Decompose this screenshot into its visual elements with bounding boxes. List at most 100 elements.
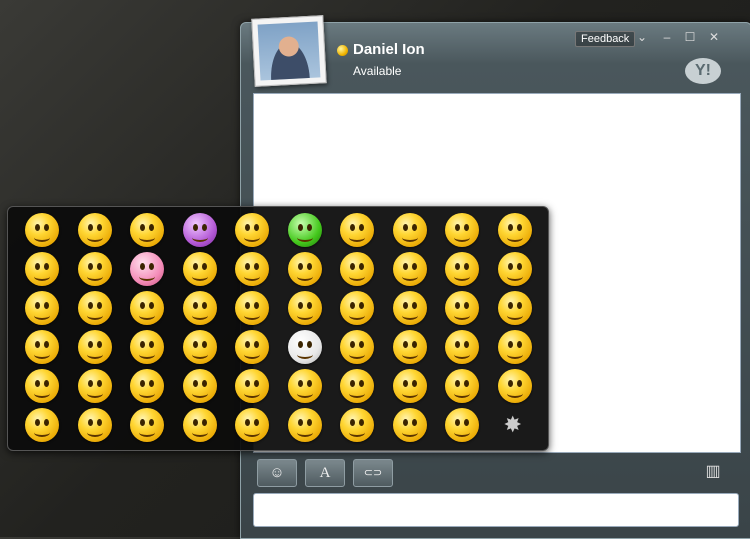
- emoticon-sad[interactable]: [22, 251, 62, 287]
- emoticon-money[interactable]: [180, 407, 220, 443]
- mouth: [86, 428, 103, 437]
- mouth: [454, 350, 470, 359]
- emoticon-drooling[interactable]: [337, 251, 377, 287]
- emoticon-thumbs-up-one[interactable]: [442, 329, 482, 365]
- emoticon-phone[interactable]: [442, 251, 482, 287]
- emoticon-star[interactable]: ✸: [495, 407, 535, 443]
- emoticon-talk-to-hand[interactable]: [232, 290, 272, 326]
- emoticon-party[interactable]: [285, 407, 325, 443]
- thumbs-up-one-icon: [445, 330, 479, 364]
- emoticon-rolling-eyes[interactable]: [390, 212, 430, 248]
- mouth: [34, 233, 50, 242]
- cool-icon: [130, 330, 164, 364]
- emoticon-rolling-on-floor[interactable]: [22, 368, 62, 404]
- emoticon-cowboy[interactable]: [390, 407, 430, 443]
- talk-to-hand-icon: [235, 291, 269, 325]
- contact-avatar[interactable]: [251, 15, 327, 87]
- blushing-icon: [77, 291, 112, 325]
- emoticon-alien[interactable]: [285, 212, 325, 248]
- mouth: [296, 428, 313, 437]
- praying-icon: [287, 291, 322, 325]
- rolling-eyes-icon: [392, 213, 427, 247]
- emoticon-broken-heart[interactable]: [75, 407, 115, 443]
- emoticon-tongue[interactable]: [75, 251, 115, 287]
- emoticon-worried[interactable]: [127, 368, 167, 404]
- emoticon-waving[interactable]: [495, 212, 535, 248]
- mouth: [244, 389, 260, 398]
- attach-button[interactable]: ⊂⊃: [353, 459, 393, 487]
- emoticon-pink-angry[interactable]: [127, 251, 167, 287]
- emoticon-love-struck[interactable]: [285, 368, 325, 404]
- emoticon-on-the-phone[interactable]: [337, 368, 377, 404]
- emoticon-dont-know[interactable]: [442, 290, 482, 326]
- font-button[interactable]: A: [305, 459, 345, 487]
- emoticon-clown[interactable]: [285, 329, 325, 365]
- emoticon-chef[interactable]: [127, 407, 167, 443]
- emoticon-smirk[interactable]: [180, 368, 220, 404]
- emoticon-loud-laugh[interactable]: [337, 212, 377, 248]
- emoticon-sleepy[interactable]: [232, 329, 272, 365]
- emoticon-nerd[interactable]: [232, 251, 272, 287]
- time-out-icon: [445, 369, 479, 403]
- hypnotized-icon: [392, 330, 427, 364]
- emoticon-button[interactable]: ☺: [257, 459, 297, 487]
- menu-dropdown-icon[interactable]: ⌄: [634, 30, 650, 44]
- emoticon-whistling[interactable]: [495, 251, 535, 287]
- happy-icon: [25, 213, 59, 247]
- emoticon-thumbs-down[interactable]: [495, 329, 535, 365]
- emoticon-cool[interactable]: [127, 329, 167, 365]
- message-input[interactable]: [253, 493, 739, 527]
- contact-name[interactable]: Daniel Ion: [353, 41, 425, 58]
- emoticon-skeptical[interactable]: [127, 290, 167, 326]
- emoticon-time-out[interactable]: [442, 368, 482, 404]
- emoticon-straight-face[interactable]: [180, 329, 220, 365]
- emoticon-surprised[interactable]: [127, 212, 167, 248]
- mouth: [86, 272, 103, 281]
- party-icon: [287, 408, 322, 442]
- emoticon-kiss[interactable]: [390, 368, 430, 404]
- emoticon-yelling[interactable]: [495, 290, 535, 326]
- emoticon-confused[interactable]: [75, 212, 115, 248]
- mouth: [244, 272, 260, 281]
- mouth: [191, 428, 208, 437]
- emoticon-praying[interactable]: [285, 290, 325, 326]
- tongue-icon: [77, 252, 112, 286]
- emoticon-eyes-rolling[interactable]: [232, 368, 272, 404]
- clown-icon: [287, 330, 322, 364]
- emoticon-hugs[interactable]: [442, 407, 482, 443]
- emoticon-shh[interactable]: [232, 407, 272, 443]
- waving-icon: [497, 213, 532, 247]
- maximize-icon[interactable]: ☐: [682, 30, 698, 44]
- emoticon-thinking[interactable]: [285, 251, 325, 287]
- smiling-icon: [77, 369, 112, 403]
- resize-grip-icon[interactable]: ▥: [705, 461, 721, 481]
- love-struck-icon: [287, 369, 322, 403]
- emoticon-not-listening[interactable]: [390, 290, 430, 326]
- emoticon-smiling[interactable]: [75, 368, 115, 404]
- emoticon-nail-biting[interactable]: [442, 212, 482, 248]
- emoticon-hurry[interactable]: [337, 407, 377, 443]
- emoticon-devil[interactable]: [180, 212, 220, 248]
- emoticon-thumbs-up-both[interactable]: [495, 368, 535, 404]
- sleepy-icon: [235, 330, 269, 364]
- feedback-button[interactable]: Feedback: [575, 31, 636, 47]
- emoticon-smug[interactable]: [75, 329, 115, 365]
- minimize-icon[interactable]: –: [659, 30, 675, 44]
- emoticon-hypnotized[interactable]: [390, 329, 430, 365]
- emoticon-peace-sign[interactable]: [337, 329, 377, 365]
- not-listening-icon: [392, 291, 427, 325]
- emoticon-happy[interactable]: [22, 212, 62, 248]
- emoticon-crying[interactable]: [180, 251, 220, 287]
- mouth: [244, 233, 260, 242]
- emoticon-liar[interactable]: [390, 251, 430, 287]
- close-icon[interactable]: ✕: [706, 30, 722, 44]
- emoticon-angel[interactable]: [232, 212, 272, 248]
- emoticon-big-laugh[interactable]: [180, 290, 220, 326]
- devil-icon: [182, 213, 217, 247]
- emoticon-blushing[interactable]: [75, 290, 115, 326]
- mouth: [506, 272, 523, 281]
- emoticon-big-grin[interactable]: [22, 329, 62, 365]
- emoticon-frustrated[interactable]: [337, 290, 377, 326]
- emoticon-time[interactable]: [22, 407, 62, 443]
- emoticon-winking[interactable]: [22, 290, 62, 326]
